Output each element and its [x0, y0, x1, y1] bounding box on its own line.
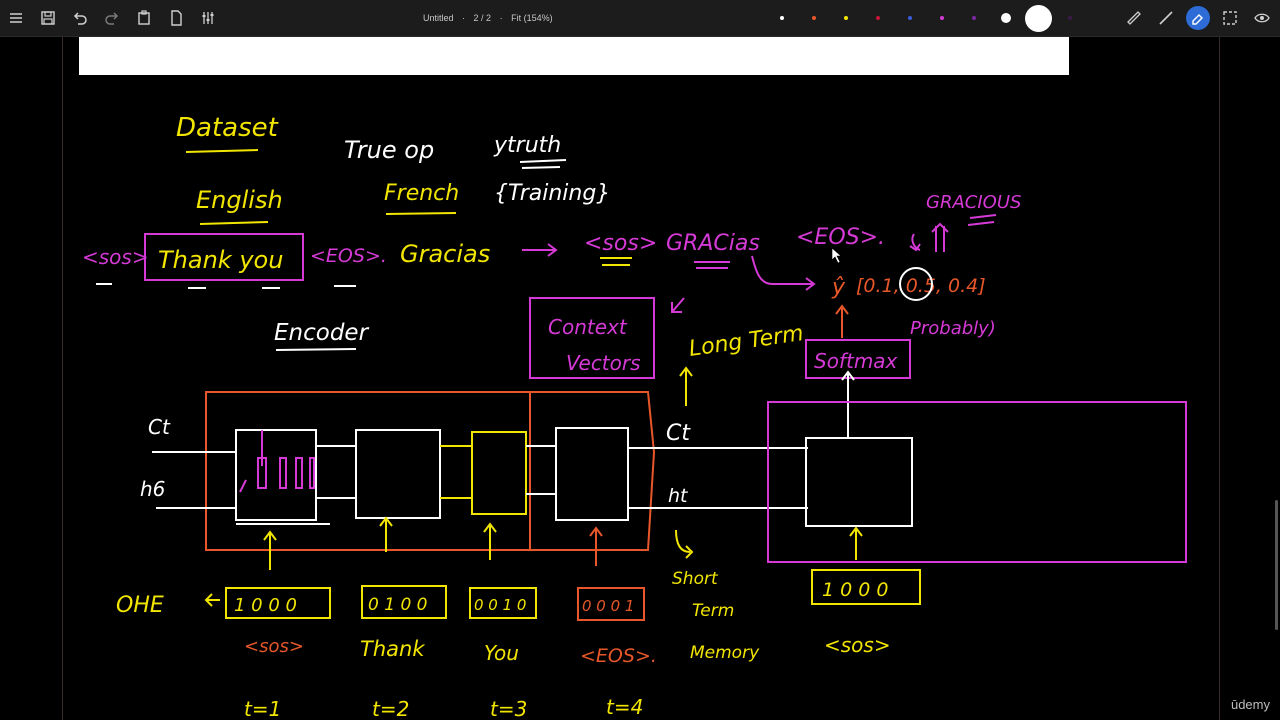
lstm-cell-3 — [471, 431, 527, 515]
probability-vector: [0.1, 0.5, 0.4] — [856, 275, 986, 297]
input-token-1: <sos> — [244, 636, 304, 657]
decoder-input-token: <sos> — [824, 633, 891, 657]
label-memory: Memory — [690, 643, 760, 663]
label-training: {Training} — [494, 181, 610, 206]
underline — [385, 212, 457, 215]
label-probably: Probably) — [910, 318, 996, 339]
ohe-value-4: 0 0 0 1 — [582, 597, 634, 615]
context-label-2: Vectors — [566, 351, 641, 375]
mouse-cursor-icon — [831, 247, 842, 264]
arrow-right — [522, 243, 558, 257]
timestep-3: t=3 — [490, 697, 527, 720]
lstm-cell-2 — [355, 429, 441, 519]
double-underline — [519, 159, 567, 163]
input-token-4: <EOS>. — [580, 645, 657, 667]
decoder-block — [767, 401, 1187, 563]
label-short: Short — [672, 569, 719, 589]
ohe-value-2: 0 1 0 0 — [368, 595, 427, 615]
double-underline — [521, 166, 561, 169]
context-label-1: Context — [548, 315, 628, 339]
label-french: French — [384, 181, 459, 206]
underline — [199, 221, 269, 225]
decoder-lstm-cell — [805, 437, 913, 527]
token-sos: <sos> — [82, 245, 149, 269]
udemy-watermark: ūdemy — [1230, 697, 1270, 712]
decoder-token-sos: <sos> — [584, 231, 657, 256]
label-true-op: True op — [344, 136, 434, 164]
underline — [185, 149, 259, 153]
label-term: Term — [692, 601, 734, 621]
timestep-2: t=2 — [372, 697, 409, 720]
label-ct-mid: Ct — [666, 421, 691, 446]
label-dataset: Dataset — [176, 113, 279, 143]
label-ht-mid: ht — [668, 485, 689, 507]
vertical-scrollbar[interactable] — [1275, 500, 1278, 630]
label-ohe: OHE — [116, 593, 164, 618]
input-sentence: Thank you — [158, 246, 283, 274]
timestep-4: t=4 — [606, 695, 643, 719]
y-hat: ŷ — [831, 275, 846, 300]
label-ct-left: Ct — [148, 415, 171, 439]
ohe-value-3: 0 0 1 0 — [474, 596, 526, 614]
target-gracias: Gracias — [400, 240, 490, 268]
label-softmax: Softmax — [814, 349, 898, 373]
label-english: English — [196, 186, 283, 214]
label-ht-left: h6 — [140, 477, 165, 501]
handwritten-notes: Dataset English True op ytruth French {T… — [82, 113, 1187, 720]
lstm-cell-1 — [235, 429, 317, 521]
label-long-term: Long Term — [687, 321, 805, 362]
token-eos: <EOS>. — [310, 245, 387, 267]
timestep-1: t=1 — [244, 697, 281, 720]
input-token-3: You — [484, 641, 519, 665]
ohe-value-5: 1 0 0 0 — [822, 579, 888, 601]
prediction-gracious: GRACIOUS — [926, 192, 1021, 213]
encoder-block-extension — [530, 391, 656, 551]
ohe-value-1: 1 0 0 0 — [234, 595, 297, 616]
encoder-block — [205, 391, 531, 551]
label-encoder: Encoder — [274, 320, 370, 346]
input-token-2: Thank — [360, 637, 425, 661]
lstm-cell-4 — [555, 427, 629, 521]
decoder-gracias: GRACias — [666, 231, 760, 256]
decoder-eos: <EOS>. — [796, 225, 885, 250]
label-ytruth: ytruth — [493, 133, 561, 158]
